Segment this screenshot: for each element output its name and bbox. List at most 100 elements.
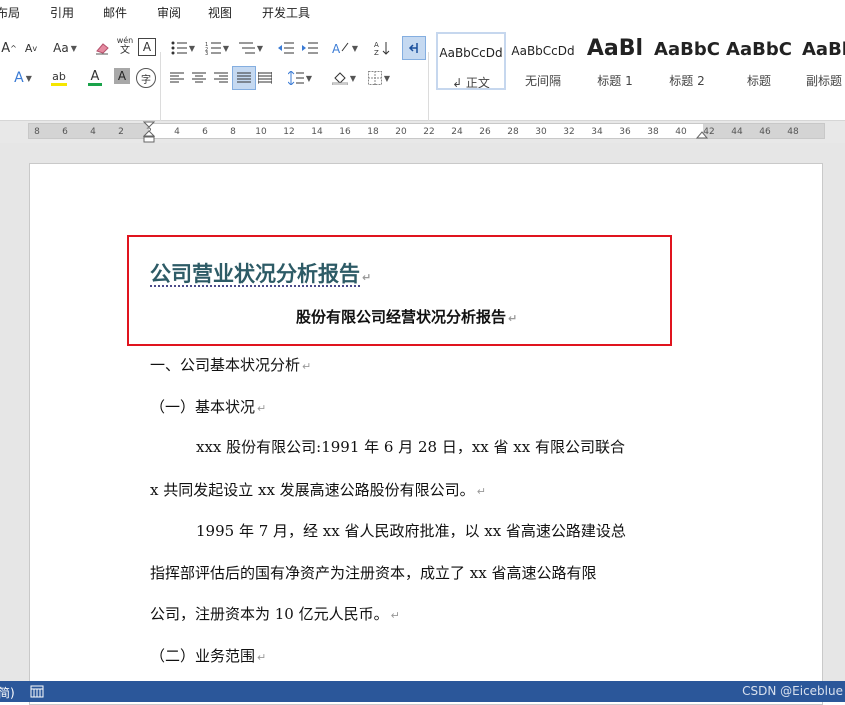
paragraph-mark: ↵ [257, 651, 267, 664]
pinyin-guide-button[interactable]: wén 文 [116, 36, 134, 56]
sort-button[interactable]: AZ [372, 38, 392, 58]
tab-mailings[interactable]: 邮件 [103, 4, 127, 21]
char-shading-icon: A [117, 69, 127, 83]
body-text: 公司，注册资本为 10 亿元人民币。 [150, 605, 389, 623]
styles-gallery: AaBbCcDd ↲ 正文 AaBbCcDd 无间隔 AaBl 标题 1 AaB… [434, 32, 845, 92]
style-name: 副标题 [806, 74, 843, 88]
style-title[interactable]: AaBbC 标题 [724, 32, 794, 90]
line-spacing-button[interactable]: ▼ [284, 68, 316, 88]
style-no-spacing[interactable]: AaBbCcDd 无间隔 [508, 32, 578, 90]
macro-record-icon[interactable] [30, 685, 44, 698]
menu-bar: 布局 引用 邮件 审阅 视图 开发工具 [0, 0, 845, 24]
body-line[interactable]: x 共同发起设立 xx 发展高速公路股份有限公司。 ↵ [150, 479, 486, 500]
document-canvas[interactable] [0, 143, 845, 705]
ruler-tick: 6 [202, 127, 208, 137]
highlight-box [127, 235, 672, 346]
text-effect-button[interactable]: A ▼ [6, 68, 40, 88]
highlight-icon: ab [52, 69, 66, 83]
numbering-button[interactable]: 1 2 3 ▼ [202, 38, 232, 58]
increase-indent-icon [302, 42, 318, 54]
style-sample: AaBbC [654, 39, 720, 60]
bullets-button[interactable]: ▼ [168, 38, 198, 58]
paint-bucket-icon [331, 72, 348, 85]
text-effect-icon: A [14, 70, 24, 86]
align-right-button[interactable] [212, 68, 230, 88]
distribute-icon [258, 72, 272, 84]
align-center-button[interactable] [190, 68, 208, 88]
style-sample: AaBl [586, 36, 644, 61]
align-left-button[interactable] [168, 68, 186, 88]
right-indent-marker-icon[interactable] [696, 129, 708, 139]
ruler-tick: 14 [311, 127, 323, 137]
char-shading-button[interactable]: A [114, 68, 130, 84]
tab-developer[interactable]: 开发工具 [262, 4, 310, 21]
body-line[interactable]: 指挥部评估后的国有净资产为注册资本，成立了 xx 省高速公路有限 [150, 562, 596, 583]
multilevel-list-button[interactable]: ▼ [236, 38, 266, 58]
section-text: （二）业务范围 [150, 647, 256, 665]
highlight-button[interactable]: ab [42, 68, 76, 88]
enclose-char-button[interactable]: 字 [136, 68, 156, 88]
show-marks-button[interactable] [402, 36, 426, 60]
status-bar: 简) CSDN @Eiceblue [0, 681, 845, 702]
status-language[interactable]: 简) [0, 684, 15, 701]
decrease-indent-button[interactable] [276, 38, 296, 58]
justify-icon [237, 72, 251, 83]
subsection-heading[interactable]: （一）基本状况 ↵ [150, 396, 266, 417]
ruler-tick: 4 [90, 127, 96, 137]
paragraph-mark: ↵ [302, 360, 312, 373]
style-heading-2[interactable]: AaBbC 标题 2 [652, 32, 722, 90]
justify-button[interactable] [232, 66, 256, 90]
style-normal[interactable]: AaBbCcDd ↲ 正文 [436, 32, 506, 90]
change-case-button[interactable]: Aa ▼ [50, 38, 80, 58]
pinyin-icon: wén [116, 35, 134, 45]
char-border-icon: A [142, 40, 152, 54]
ruler-tick: 18 [367, 127, 379, 137]
style-name: ↲ 正文 [452, 76, 490, 90]
distribute-button[interactable] [256, 68, 274, 88]
svg-text:A: A [374, 41, 379, 49]
ruler-tick: 46 [759, 127, 771, 137]
svg-text:3: 3 [205, 51, 208, 55]
line-spacing-icon [287, 71, 304, 85]
font-color-button[interactable]: A [80, 68, 110, 88]
body-line[interactable]: xxx 股份有限公司:1991 年 6 月 28 日，xx 省 xx 有限公司联… [196, 436, 625, 457]
chinese-layout-button[interactable]: A ▼ [330, 38, 360, 58]
body-line[interactable]: 公司，注册资本为 10 亿元人民币。 ↵ [150, 603, 400, 624]
ruler-tick: 12 [283, 127, 295, 137]
ruler-tick: 6 [62, 127, 68, 137]
char-border-button[interactable]: A [138, 38, 156, 56]
ruler-tick: 24 [451, 127, 463, 137]
tab-references[interactable]: 引用 [50, 4, 74, 21]
paragraph-mark-icon [408, 43, 418, 53]
tab-view[interactable]: 视图 [208, 4, 232, 21]
ruler-tick: 28 [507, 127, 519, 137]
horizontal-ruler[interactable]: 8642246810121416182022242628303234363840… [0, 121, 845, 143]
shrink-font-button[interactable]: Av [22, 38, 40, 58]
indent-marker-icon[interactable] [143, 121, 155, 143]
ruler-tick: 32 [563, 127, 575, 137]
tab-layout[interactable]: 布局 [0, 4, 20, 21]
shading-button[interactable]: ▼ [328, 68, 360, 88]
paragraph-mark: ↵ [476, 485, 486, 498]
body-line[interactable]: 1995 年 7 月，经 xx 省人民政府批准，以 xx 省高速公路建设总 [196, 520, 626, 541]
section-text: 一、公司基本状况分析 [150, 356, 301, 374]
ruler-tick: 40 [675, 127, 687, 137]
chinese-layout-icon: A [332, 42, 349, 55]
align-right-icon [214, 72, 228, 83]
ruler-tick: 20 [395, 127, 407, 137]
tab-review[interactable]: 审阅 [157, 4, 181, 21]
subsection-heading[interactable]: （二）业务范围 ↵ [150, 645, 266, 666]
style-name: 无间隔 [524, 74, 561, 88]
style-subtitle[interactable]: AaBl 副标题 [796, 32, 845, 90]
style-heading-1[interactable]: AaBl 标题 1 [580, 32, 650, 90]
ruler-tick: 30 [535, 127, 547, 137]
align-left-icon [170, 72, 184, 83]
borders-button[interactable]: ▼ [364, 68, 394, 88]
increase-indent-button[interactable] [300, 38, 320, 58]
clear-format-button[interactable] [92, 38, 112, 58]
style-name: 标题 1 [597, 74, 633, 88]
section-heading[interactable]: 一、公司基本状况分析 ↵ [150, 354, 311, 375]
style-sample: AaBbC [726, 39, 792, 60]
paragraph-mark: ↵ [257, 402, 267, 415]
grow-font-button[interactable]: A ^ [0, 38, 18, 58]
